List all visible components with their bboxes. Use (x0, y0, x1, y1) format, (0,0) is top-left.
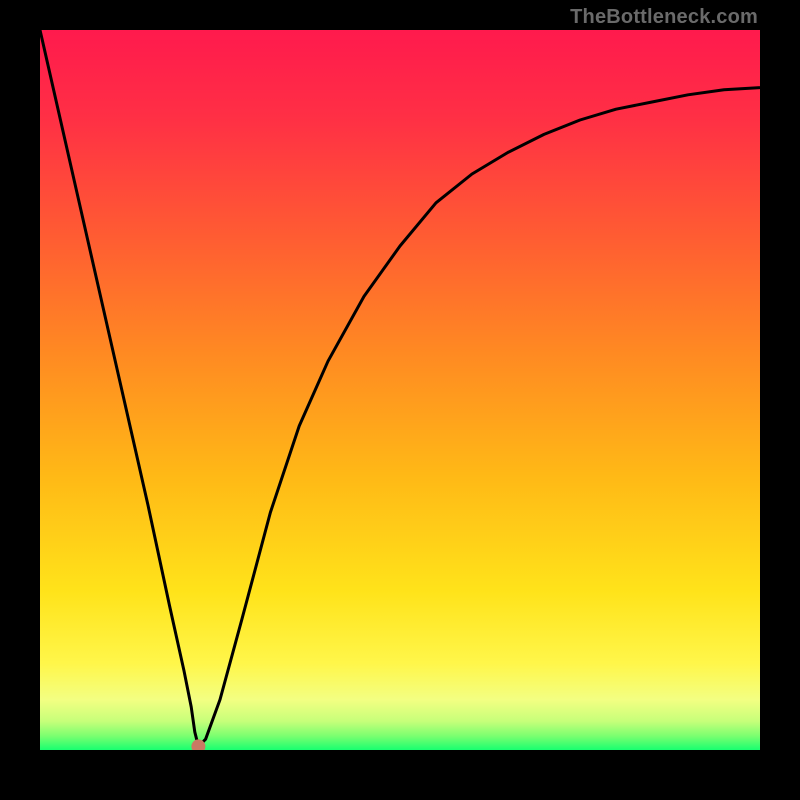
chart-container: TheBottleneck.com (0, 0, 800, 800)
watermark-text: TheBottleneck.com (570, 6, 758, 29)
bottleneck-curve (40, 30, 760, 750)
plot-area (40, 30, 760, 750)
